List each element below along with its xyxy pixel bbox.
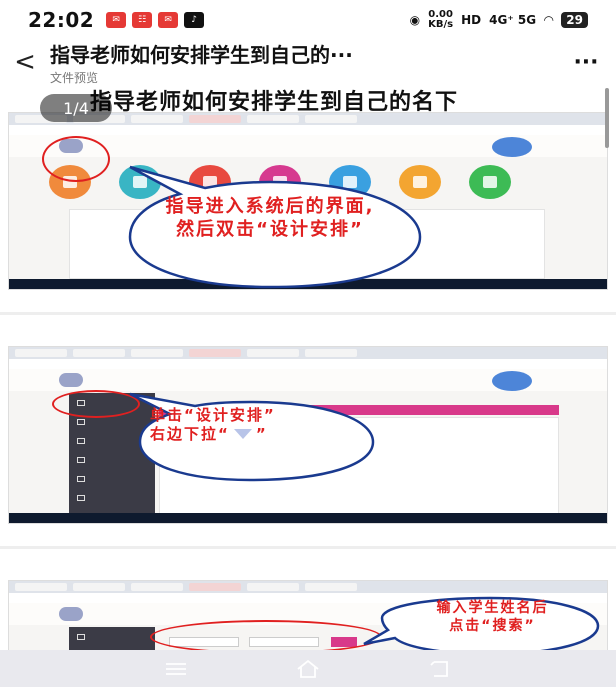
page-divider	[0, 312, 616, 315]
callout-line: 输入学生姓名后	[436, 600, 549, 616]
battery-indicator: 29	[561, 12, 588, 28]
site-logo	[59, 373, 83, 387]
windows-taskbar	[9, 513, 607, 523]
vibrate-icon: ◉	[409, 13, 421, 27]
browser-tabs	[9, 347, 607, 359]
address-bar	[9, 359, 607, 369]
highlight-ring	[150, 620, 382, 650]
sidebar-menu	[69, 627, 155, 650]
callout-line: 单击“设计安排”	[150, 406, 276, 424]
system-navigation-bar	[0, 650, 616, 687]
signal-indicator: 4G⁺ 5G	[489, 13, 537, 27]
status-bar: 22:02 ✉ ☷ ✉ ♪ ◉ 0.00 KB/s HD 4G⁺ 5G ◠ 29	[0, 0, 616, 40]
network-speed: 0.00 KB/s	[428, 10, 453, 30]
callout-line-with-arrow: 右边下拉“ ”	[150, 425, 360, 444]
menu-button[interactable]	[156, 657, 196, 681]
home-button[interactable]	[288, 657, 328, 681]
menu-icon	[166, 662, 186, 675]
title-bar: < 指导老师如何安排学生到自己的··· 文件预览 ···	[0, 39, 616, 86]
sidebar-item	[69, 627, 155, 646]
home-icon	[297, 659, 319, 678]
module-icon	[469, 165, 511, 201]
address-bar	[9, 125, 607, 135]
chevron-left-icon: <	[14, 47, 36, 77]
wifi-icon: ◠	[544, 13, 554, 27]
app-notification-icon: ✉	[106, 12, 127, 28]
scrollbar[interactable]	[605, 88, 609, 148]
document-preview[interactable]: 指导老师如何安排学生到自己的名下 指导进入系统后的界面, 然后双击“设计安排”	[0, 84, 616, 650]
tiktok-icon: ♪	[184, 12, 205, 28]
avatar-blob	[492, 371, 532, 391]
app-notification-icon: ☷	[132, 12, 153, 28]
callout-line: 点击“搜索”	[449, 617, 536, 634]
back-button[interactable]: <	[0, 49, 50, 75]
step1-callout: 指导进入系统后的界面, 然后双击“设计安排”	[150, 196, 390, 241]
callout-line: 右边下拉“	[150, 424, 230, 443]
back-icon	[430, 660, 448, 677]
step2-callout: 单击“设计安排” 右边下拉“ ”	[150, 406, 360, 444]
callout-line: 然后双击“设计安排”	[176, 218, 364, 240]
avatar-blob	[492, 137, 532, 157]
callout-line: 指导进入系统后的界面,	[165, 196, 375, 217]
highlight-ring	[42, 136, 110, 182]
sidebar-item	[69, 488, 155, 507]
app-notification-icon: ✉	[158, 12, 179, 28]
page-divider	[0, 546, 616, 549]
site-logo	[59, 607, 83, 621]
title-block: 指导老师如何安排学生到自己的··· 文件预览	[50, 39, 556, 86]
page-title: 指导老师如何安排学生到自己的···	[50, 42, 353, 67]
page-subtitle: 文件预览	[50, 70, 99, 85]
step3-callout: 输入学生姓名后 点击“搜索”	[395, 600, 590, 635]
hd-icon: HD	[461, 13, 482, 27]
more-menu-button[interactable]: ···	[556, 50, 616, 75]
callout-line: ”	[255, 424, 268, 443]
dropdown-arrow-icon	[233, 429, 252, 440]
status-indicators: ◉ 0.00 KB/s HD 4G⁺ 5G ◠ 29	[410, 10, 588, 30]
network-speed-unit: KB/s	[428, 19, 454, 30]
page-indicator: 1/4	[40, 94, 112, 122]
status-time: 22:02	[28, 8, 95, 32]
back-nav-button[interactable]	[420, 657, 460, 681]
notification-icons: ✉ ☷ ✉ ♪	[106, 12, 205, 28]
